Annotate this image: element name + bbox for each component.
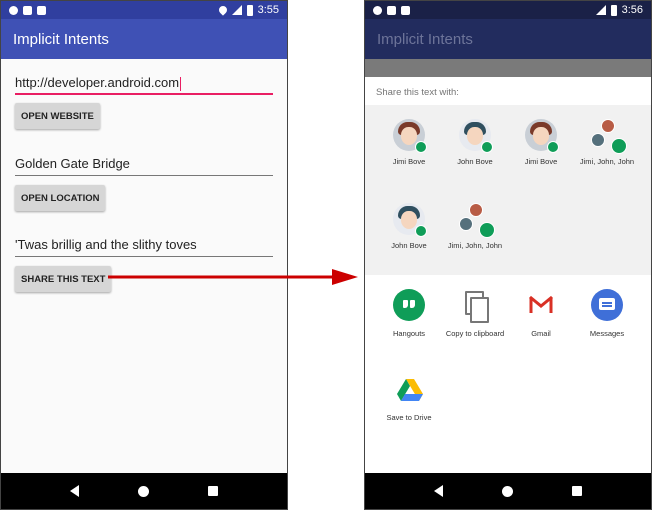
sd-card-icon	[37, 5, 46, 15]
app-bar-dimmed: Implicit Intents	[365, 19, 651, 59]
home-icon[interactable]	[501, 485, 513, 497]
navigation-bar	[365, 473, 651, 509]
contact-avatar-icon	[393, 203, 427, 237]
share-app-copy-to-clipboard[interactable]: Copy to clipboard	[439, 289, 511, 338]
website-input[interactable]: http://developer.android.com	[15, 73, 273, 95]
share-app-hangouts[interactable]: Hangouts	[373, 289, 445, 338]
hangouts-badge-icon	[415, 225, 427, 237]
status-bar: 3:55	[1, 1, 287, 19]
text-cursor	[180, 76, 182, 91]
share-text-button[interactable]: SHARE THIS TEXT	[15, 266, 112, 292]
notification-icon	[9, 5, 18, 15]
share-sheet: Share this text with: Jimi Bove John Bov…	[365, 77, 651, 473]
hangouts-icon	[393, 289, 425, 321]
open-website-button[interactable]: OPEN WEBSITE	[15, 103, 100, 129]
app-bar: Implicit Intents	[1, 19, 287, 59]
share-app-gmail[interactable]: Gmail	[505, 289, 577, 338]
location-input[interactable]: Golden Gate Bridge	[15, 154, 273, 176]
direct-share-targets: Jimi Bove John Bove Jimi Bove Jimi, John…	[365, 105, 651, 275]
location-icon	[216, 4, 229, 16]
direct-share-target[interactable]: Jimi, John, John	[571, 119, 643, 166]
recents-icon[interactable]	[207, 486, 218, 496]
recents-icon[interactable]	[571, 486, 582, 496]
contact-avatar-icon	[525, 119, 559, 153]
app-title: Implicit Intents	[377, 30, 473, 48]
direct-share-target[interactable]: Jimi Bove	[373, 119, 445, 166]
share-app-targets: Hangouts Copy to clipboard Gmail Message…	[365, 275, 651, 473]
contact-avatar-icon	[393, 119, 427, 153]
direct-share-target[interactable]: John Bove	[373, 203, 445, 250]
notification-icon	[373, 5, 382, 15]
dim-scrim[interactable]	[365, 59, 651, 77]
status-bar: 3:56	[365, 1, 651, 19]
share-app-save-to-drive[interactable]: Save to Drive	[373, 373, 445, 422]
clock: 3:55	[257, 4, 279, 16]
hangouts-badge-icon	[611, 138, 627, 154]
open-location-button[interactable]: OPEN LOCATION	[15, 185, 106, 211]
signal-icon	[595, 5, 606, 15]
mail-icon	[23, 5, 32, 15]
hangouts-badge-icon	[479, 222, 495, 238]
copy-icon	[459, 289, 491, 323]
direct-share-target[interactable]: Jimi, John, John	[439, 203, 511, 250]
direct-share-target[interactable]: Jimi Bove	[505, 119, 577, 166]
direct-share-target[interactable]: John Bove	[439, 119, 511, 166]
drive-icon	[393, 373, 425, 405]
share-app-messages[interactable]: Messages	[571, 289, 643, 338]
share-text-input[interactable]: 'Twas brillig and the slithy toves	[15, 235, 273, 257]
app-title: Implicit Intents	[13, 30, 109, 48]
contact-avatar-icon	[459, 119, 493, 153]
hangouts-badge-icon	[415, 141, 427, 153]
hangouts-badge-icon	[481, 141, 493, 153]
battery-icon	[246, 4, 253, 16]
group-avatar-icon	[591, 119, 627, 154]
battery-icon	[610, 4, 617, 16]
messages-icon	[591, 289, 623, 321]
flow-arrow	[108, 269, 358, 285]
back-icon[interactable]	[434, 485, 444, 497]
signal-icon	[231, 5, 242, 15]
hangouts-badge-icon	[547, 141, 559, 153]
home-icon[interactable]	[137, 485, 149, 497]
sd-card-icon	[401, 5, 410, 15]
share-sheet-title: Share this text with:	[376, 87, 459, 98]
mail-icon	[387, 5, 396, 15]
group-avatar-icon	[459, 203, 495, 238]
phone-screen-app: 3:55 Implicit Intents http://developer.a…	[0, 0, 288, 510]
clock: 3:56	[621, 4, 643, 16]
back-icon[interactable]	[70, 485, 80, 497]
phone-screen-share-sheet: 3:56 Implicit Intents Share this text wi…	[364, 0, 652, 510]
gmail-icon	[525, 289, 557, 321]
navigation-bar	[1, 473, 287, 509]
